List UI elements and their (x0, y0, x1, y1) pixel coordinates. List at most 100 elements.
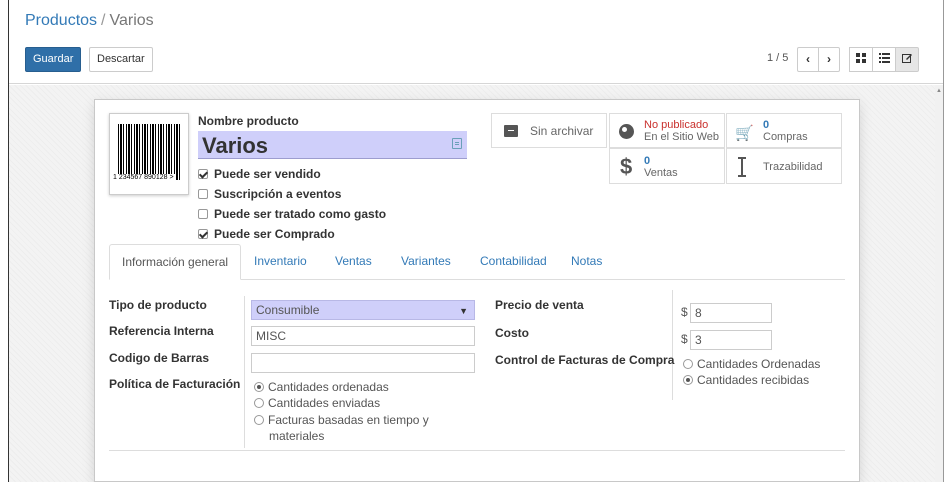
cost-label: Costo (495, 326, 529, 340)
dollar-icon: $ (620, 154, 633, 179)
checkbox-unchecked-icon[interactable] (198, 189, 208, 199)
product-name-value: Varios (202, 133, 269, 158)
checkbox-can-be-expensed[interactable]: Puede ser tratado como gasto (198, 207, 386, 221)
sales-count: 0 (644, 155, 651, 167)
scroll-up-arrow-icon[interactable]: ▲ (936, 88, 942, 94)
radio-unchecked-icon[interactable] (683, 359, 693, 369)
radio-label: Cantidades enviadas (268, 396, 381, 410)
radio-checked-icon[interactable] (683, 375, 693, 385)
archive-icon (504, 125, 518, 137)
column-divider (244, 296, 245, 448)
checkbox-label: Puede ser vendido (214, 167, 321, 181)
tab-ventas[interactable]: Ventas (323, 244, 384, 280)
sale-price-input[interactable]: 8 (690, 303, 772, 323)
checkbox-sale-ok[interactable]: Puede ser vendido (198, 167, 321, 181)
breadcrumb: Productos / Varios (25, 12, 154, 30)
globe-icon (619, 124, 634, 139)
product-name-input[interactable]: Varios (198, 131, 467, 159)
traceability-icon (738, 157, 746, 177)
product-type-value: Consumible (256, 303, 320, 317)
chevron-left-icon[interactable]: ‹ (797, 47, 819, 72)
traceability-label: Trazabilidad (763, 161, 823, 173)
purchases-count: 0 (763, 119, 770, 131)
checkbox-unchecked-icon[interactable] (198, 209, 208, 219)
checkbox-label: Puede ser tratado como gasto (214, 207, 387, 221)
radio-label: Cantidades recibidas (697, 373, 810, 387)
website-smart-button[interactable]: No publicado En el Sitio Web (609, 113, 725, 148)
barcode-bars-image (118, 124, 180, 180)
product-name-label: Nombre producto (198, 114, 299, 128)
barcode-label: Codigo de Barras (109, 351, 210, 365)
radio-cantidades-recibidas[interactable]: Cantidades recibidas (683, 374, 809, 387)
radio-cantidades-ordenadas[interactable]: Cantidades ordenadas (254, 381, 389, 394)
radio-label: Cantidades ordenadas (268, 380, 389, 394)
radio-label: Facturas basadas en tiempo y (268, 413, 429, 427)
archive-label: Sin archivar (530, 124, 594, 138)
divider (109, 450, 845, 451)
checkbox-purchase-ok[interactable]: Puede ser Comprado (198, 227, 335, 241)
form-view-icon[interactable] (895, 47, 919, 72)
cost-input[interactable]: 3 (690, 330, 772, 350)
tab-notas[interactable]: Notas (559, 244, 614, 280)
purchases-smart-button[interactable]: 🛒 0 Compras (726, 113, 842, 148)
traceability-smart-button[interactable]: Trazabilidad (726, 148, 842, 184)
checkbox-checked-icon[interactable] (198, 169, 208, 179)
sales-label: Ventas (644, 167, 678, 179)
currency-symbol: $ (681, 305, 688, 319)
breadcrumb-current: Varios (109, 12, 154, 29)
tab-informacion-general[interactable]: Información general (109, 244, 242, 280)
currency-symbol: $ (681, 332, 688, 346)
radio-unchecked-icon[interactable] (254, 415, 264, 425)
checkbox-event-subscription[interactable]: Suscripción a eventos (198, 187, 341, 201)
website-status: No publicado (644, 119, 709, 131)
checkbox-checked-icon[interactable] (198, 229, 208, 239)
tab-variantes[interactable]: Variantes (389, 244, 463, 280)
caret-down-icon: ▼ (459, 306, 468, 316)
list-view-icon[interactable] (872, 47, 896, 72)
checkbox-label: Suscripción a eventos (214, 187, 342, 201)
archive-smart-button[interactable]: Sin archivar (491, 113, 607, 148)
chevron-right-icon[interactable]: › (818, 47, 840, 72)
vertical-scrollbar[interactable] (935, 85, 943, 482)
kanban-view-icon[interactable] (849, 47, 873, 72)
control-panel: Productos / Varios Guardar Descartar 1 / 5… (9, 0, 943, 84)
cost-value: 3 (695, 333, 702, 347)
product-type-select[interactable]: Consumible ▼ (251, 300, 475, 320)
internal-ref-input[interactable]: MISC (251, 326, 475, 346)
radio-cantidades-ordenadas-compra[interactable]: Cantidades Ordenadas (683, 358, 820, 371)
sale-price-label: Precio de venta (495, 298, 584, 312)
form-view-background: 1 234567 890128 > Nombre producto Varios… (9, 85, 943, 482)
radio-unchecked-icon[interactable] (254, 398, 264, 408)
breadcrumb-separator: / (101, 12, 106, 29)
product-form-sheet: 1 234567 890128 > Nombre producto Varios… (94, 99, 860, 482)
pager-value[interactable]: 1 / 5 (767, 52, 788, 64)
sales-smart-button[interactable]: $ 0 Ventas (609, 148, 725, 184)
radio-facturas-tiempo-materiales[interactable]: Facturas basadas en tiempo y (254, 414, 429, 427)
notebook-tabs: Información general Inventario Ventas Va… (109, 244, 845, 280)
barcode-input[interactable] (251, 353, 475, 373)
product-image[interactable]: 1 234567 890128 > (109, 113, 189, 195)
internal-ref-label: Referencia Interna (109, 324, 214, 338)
radio-label-continuation: materiales (269, 429, 325, 443)
breadcrumb-productos-link[interactable]: Productos (25, 12, 97, 29)
radio-label: Cantidades Ordenadas (697, 357, 821, 371)
shopping-cart-icon: 🛒 (735, 125, 754, 142)
tab-inventario[interactable]: Inventario (242, 244, 319, 280)
product-type-label: Tipo de producto (109, 298, 207, 312)
website-label: En el Sitio Web (644, 131, 720, 143)
radio-checked-icon[interactable] (254, 382, 264, 392)
discard-button[interactable]: Descartar (89, 47, 153, 72)
column-divider (672, 290, 673, 400)
translate-icon[interactable] (452, 138, 462, 149)
tab-contabilidad[interactable]: Contabilidad (468, 244, 559, 280)
barcode-digits: 1 234567 890128 > (112, 174, 175, 181)
sale-price-value: 8 (695, 306, 702, 320)
checkbox-label: Puede ser Comprado (214, 227, 335, 241)
invoicing-policy-label: Política de Facturación (109, 377, 241, 391)
radio-cantidades-enviadas[interactable]: Cantidades enviadas (254, 397, 380, 410)
save-button[interactable]: Guardar (25, 47, 82, 72)
purchase-control-label: Control de Facturas de Compra (495, 353, 675, 367)
app-frame: Productos / Varios Guardar Descartar 1 / 5… (8, 0, 944, 482)
internal-ref-value: MISC (256, 329, 286, 343)
purchases-label: Compras (763, 131, 808, 143)
